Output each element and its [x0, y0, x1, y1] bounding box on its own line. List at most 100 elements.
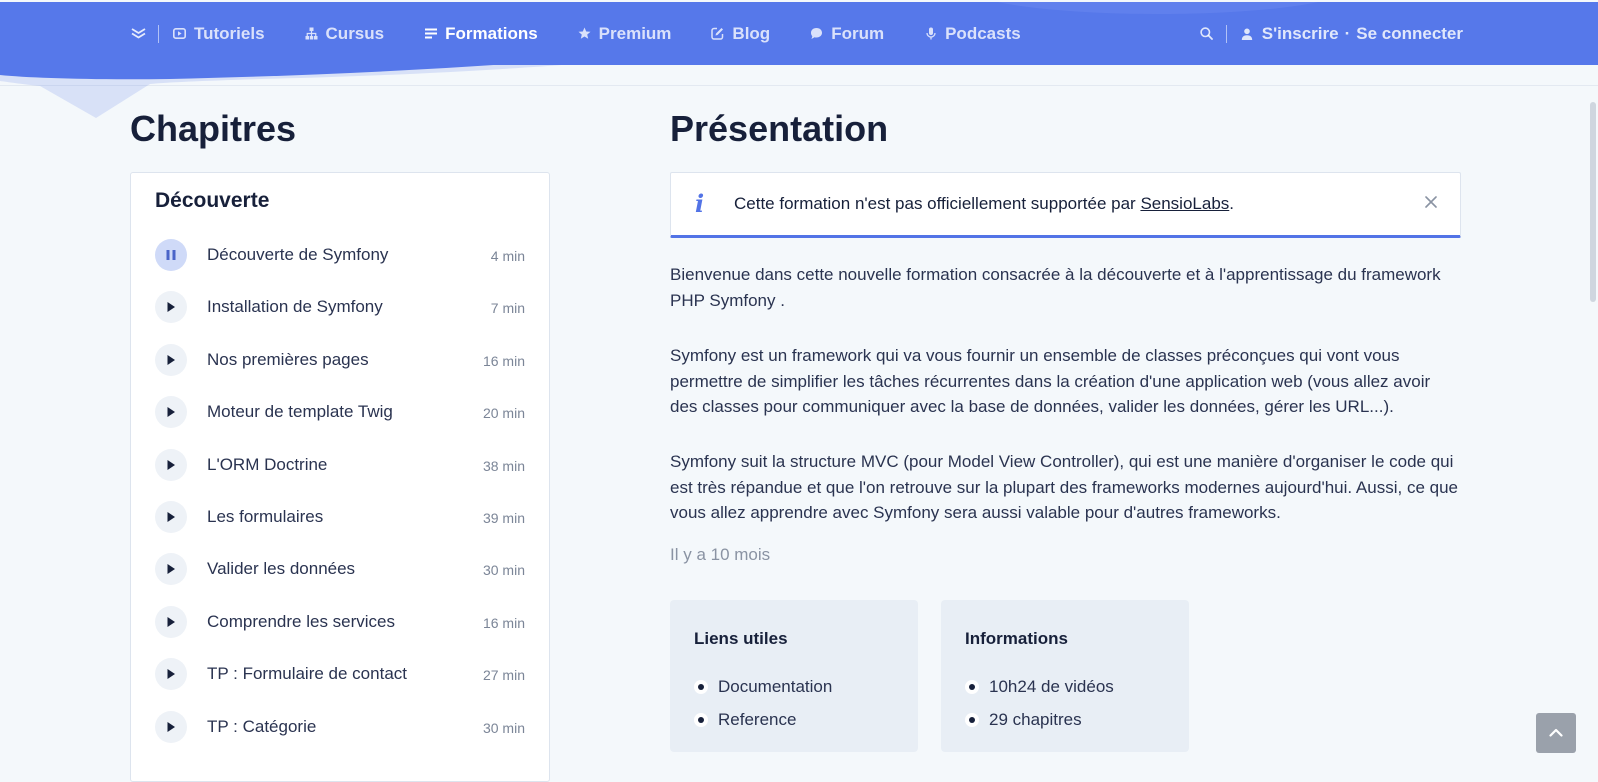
useful-links-box: Liens utiles Documentation Reference — [670, 600, 918, 752]
scrollbar-thumb[interactable] — [1590, 102, 1596, 302]
nav-item-label: Tutoriels — [194, 23, 265, 43]
info-value: 29 chapitres — [989, 709, 1082, 729]
auth-separator: · — [1344, 23, 1351, 43]
info-icon: i — [695, 189, 705, 218]
chapter-duration: 7 min — [490, 300, 525, 317]
search-icon[interactable] — [1200, 27, 1214, 41]
chapter-title: Les formulaires — [207, 506, 324, 526]
edit-icon — [711, 27, 724, 40]
nav-item-label: Forum — [831, 23, 885, 43]
notice-text-before: Cette formation n'est pas officiellement… — [734, 194, 1141, 213]
star-icon — [578, 27, 591, 40]
chapter-item[interactable]: Les formulaires 39 min — [131, 500, 549, 553]
play-icon[interactable] — [155, 396, 187, 429]
login-link[interactable]: Se connecter — [1356, 24, 1463, 44]
user-icon — [1241, 27, 1254, 40]
chapter-title: Nos premières pages — [207, 349, 369, 369]
chapter-item[interactable]: Nos premières pages 16 min — [131, 343, 549, 396]
play-icon[interactable] — [155, 553, 187, 586]
play-icon[interactable] — [155, 605, 187, 638]
navbar-right: S'inscrire · Se connecter — [1200, 24, 1463, 44]
logo-icon[interactable] — [130, 26, 146, 42]
navbar-divider — [158, 24, 159, 43]
chapter-duration: 39 min — [482, 509, 525, 526]
chapter-item[interactable]: Installation de Symfony 7 min — [131, 291, 549, 343]
notice-text-after: . — [1229, 194, 1235, 213]
chapter-title: Moteur de template Twig — [207, 402, 393, 422]
bullet-icon — [694, 712, 708, 727]
top-navbar: Tutoriels Cursus Formations Premium Blog — [0, 2, 1598, 65]
play-icon[interactable] — [155, 658, 187, 691]
chapter-title: Comprendre les services — [207, 611, 396, 631]
chapter-duration: 4 min — [490, 248, 525, 264]
informations-list: 10h24 de vidéos 29 chapitres — [965, 670, 1114, 736]
play-icon[interactable] — [155, 448, 187, 481]
chapter-title: L'ORM Doctrine — [207, 454, 328, 474]
intro-paragraph: Bienvenue dans cette nouvelle formation … — [670, 265, 1441, 310]
play-icon[interactable] — [155, 500, 187, 533]
bullet-icon — [965, 712, 979, 727]
nav-item-podcasts[interactable]: Podcasts — [924, 24, 1021, 44]
nav-item-premium[interactable]: Premium — [578, 24, 671, 44]
chapter-title: Installation de Symfony — [207, 297, 383, 317]
chapter-title: Découverte de Symfony — [207, 245, 389, 264]
chat-bubble-icon — [810, 27, 823, 40]
info-item: 29 chapitres — [965, 703, 1114, 736]
nav-item-label: Formations — [445, 23, 538, 43]
notice-text: Cette formation n'est pas officiellement… — [734, 194, 1234, 214]
documentation-link[interactable]: Documentation — [694, 670, 832, 703]
chapter-item[interactable]: TP : Catégorie 30 min — [131, 710, 549, 763]
nav-item-tutoriels[interactable]: Tutoriels — [173, 24, 265, 44]
reference-link[interactable]: Reference — [694, 703, 832, 736]
chapter-title: TP : Catégorie — [207, 716, 317, 736]
chapter-duration: 38 min — [482, 457, 525, 474]
chapter-duration: 30 min — [482, 719, 525, 736]
back-to-top-button[interactable] — [1536, 713, 1576, 753]
chapter-item[interactable]: Moteur de template Twig 20 min — [131, 396, 549, 448]
page-scrollbar[interactable] — [1588, 88, 1598, 763]
nav-item-label: Podcasts — [945, 23, 1021, 43]
nav-item-forum[interactable]: Forum — [810, 24, 884, 44]
play-icon[interactable] — [155, 343, 187, 376]
chapter-item[interactable]: Découverte de Symfony 4 min — [131, 239, 549, 291]
play-icon[interactable] — [155, 710, 187, 743]
description-paragraph: Symfony est un framework qui va vous fou… — [670, 346, 1431, 416]
chapter-item[interactable]: TP : Formulaire de contact 27 min — [131, 658, 549, 710]
chapter-duration: 30 min — [482, 562, 525, 579]
info-notice: i Cette formation n'est pas officielleme… — [670, 172, 1461, 238]
informations-title: Informations — [965, 629, 1068, 648]
chapter-item[interactable]: L'ORM Doctrine 38 min — [131, 448, 549, 501]
chevron-up-icon — [1549, 724, 1563, 742]
play-square-icon — [173, 27, 186, 40]
sensiolabs-link[interactable]: SensioLabs — [1140, 194, 1229, 213]
chapter-duration: 20 min — [482, 405, 525, 422]
navbar-divider — [1225, 24, 1227, 43]
chapter-duration: 16 min — [482, 614, 525, 631]
microphone-icon — [924, 27, 937, 40]
nav-item-formations[interactable]: Formations — [424, 24, 538, 44]
chapter-title: TP : Formulaire de contact — [207, 664, 407, 684]
pause-icon[interactable] — [155, 239, 187, 271]
chapter-item[interactable]: Valider les données 30 min — [131, 553, 549, 605]
chapter-duration: 16 min — [482, 352, 525, 369]
bullet-icon — [694, 679, 708, 694]
header-wave-decoration — [0, 60, 620, 118]
link-label: Reference — [718, 709, 797, 729]
nav-item-label: Cursus — [325, 23, 385, 43]
chapter-duration: 27 min — [482, 667, 525, 684]
bullet-icon — [965, 679, 979, 694]
play-icon[interactable] — [155, 291, 187, 324]
chapter-list: Découverte de Symfony 4 min Installation… — [131, 239, 549, 763]
hierarchy-icon — [305, 27, 318, 40]
chapters-card: Découverte Découverte de Symfony 4 min I… — [130, 172, 550, 782]
published-date: Il y a 10 mois — [670, 545, 771, 564]
nav-item-cursus[interactable]: Cursus — [305, 23, 385, 44]
nav-item-label: Blog — [732, 23, 771, 43]
nav-item-blog[interactable]: Blog — [711, 24, 770, 44]
link-label: Documentation — [718, 676, 833, 696]
informations-box: Informations 10h24 de vidéos 29 chapitre… — [941, 600, 1189, 752]
chapter-item[interactable]: Comprendre les services 16 min — [131, 605, 549, 658]
close-icon[interactable] — [1424, 195, 1438, 209]
info-item: 10h24 de vidéos — [965, 670, 1114, 703]
signup-link[interactable]: S'inscrire — [1262, 24, 1339, 44]
